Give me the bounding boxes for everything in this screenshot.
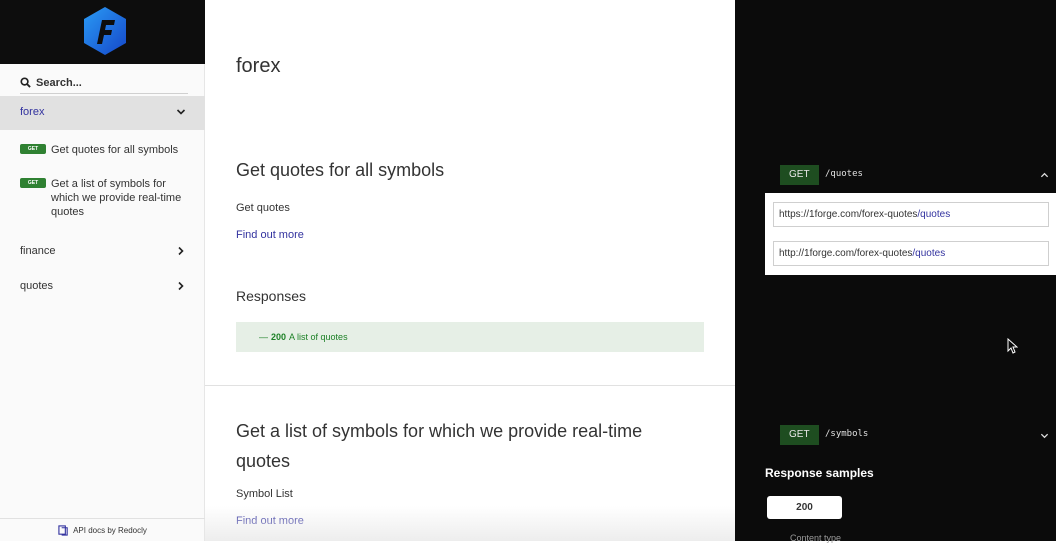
sidebar-op-get-quotes[interactable]: GET Get quotes for all symbols (20, 143, 192, 159)
server-url[interactable]: https://1forge.com/forex-quotes/quotes (773, 202, 1049, 227)
sidebar-op-label: Get a list of symbols for which we provi… (51, 178, 182, 218)
sidebar: forex GET Get quotes for all symbols GET… (0, 0, 205, 541)
responses-title: Responses (236, 288, 307, 304)
section-divider (205, 385, 735, 386)
response-samples-title: Response samples (765, 466, 874, 480)
sidebar-group-label: finance (20, 245, 56, 257)
search-input[interactable] (34, 74, 184, 92)
response-dash: — (259, 332, 268, 342)
sidebar-group-label: forex (20, 106, 45, 118)
server-base: https://1forge.com/forex-quotes (779, 209, 918, 220)
search-icon (20, 77, 31, 88)
right-panel: GET /quotes https://1forge.com/forex-quo… (735, 0, 1056, 543)
redocly-icon (58, 524, 68, 536)
server-list: https://1forge.com/forex-quotes/quotes h… (765, 193, 1056, 275)
sidebar-group-finance[interactable]: finance (0, 235, 205, 269)
get-badge: GET (20, 178, 46, 188)
sidebar-group-forex[interactable]: forex (0, 96, 205, 130)
logo-band (0, 0, 205, 64)
endpoint-path: /quotes (825, 169, 863, 179)
chevron-right-icon (178, 246, 184, 256)
operation-title: Get a list of symbols for which we provi… (236, 421, 643, 471)
chevron-up-icon (1040, 172, 1049, 178)
tag-title: forex (236, 55, 281, 77)
response-code: 200 (271, 332, 287, 342)
sidebar-op-get-symbols[interactable]: GET Get a list of symbols for which we p… (20, 177, 192, 223)
endpoint-toggle-symbols[interactable]: GET /symbols (765, 425, 1056, 447)
main-content: forex Get quotes for all symbols Get quo… (205, 0, 735, 541)
operation-summary: Get quotes (236, 202, 290, 214)
logo-icon (84, 7, 126, 55)
operation-title: Get quotes for all symbols (236, 160, 445, 180)
mouse-cursor-icon (1007, 338, 1018, 354)
sidebar-group-label: quotes (20, 280, 54, 292)
response-200-row[interactable]: — 200 A list of quotes (236, 322, 704, 352)
content-type-label: Content type (790, 533, 842, 543)
server-path: /quotes (917, 209, 951, 220)
get-badge: GET (20, 144, 46, 154)
endpoint-method: GET (780, 165, 819, 185)
sidebar-group-quotes[interactable]: quotes (0, 270, 205, 304)
chevron-down-icon (176, 109, 186, 115)
response-sample-tab-200[interactable]: 200 (767, 496, 842, 519)
server-url[interactable]: http://1forge.com/forex-quotes/quotes (773, 241, 1049, 266)
chevron-down-icon (1040, 433, 1049, 439)
chevron-right-icon (178, 281, 184, 291)
find-out-more-link[interactable]: Find out more (236, 229, 304, 241)
endpoint-toggle-quotes[interactable]: GET /quotes (765, 165, 1056, 187)
endpoint-path: /symbols (825, 429, 869, 439)
server-base: http://1forge.com/forex-quotes (779, 248, 913, 259)
find-out-more-link[interactable]: Find out more (236, 515, 304, 527)
redocly-footer-link[interactable]: API docs by Redocly (0, 518, 205, 541)
response-text: A list of quotes (289, 332, 348, 342)
sidebar-op-label: Get quotes for all symbols (51, 144, 179, 156)
redocly-label: API docs by Redocly (73, 525, 147, 535)
server-path: /quotes (912, 248, 946, 259)
search-box (20, 72, 188, 94)
operation-summary: Symbol List (236, 488, 293, 500)
endpoint-method: GET (780, 425, 819, 445)
